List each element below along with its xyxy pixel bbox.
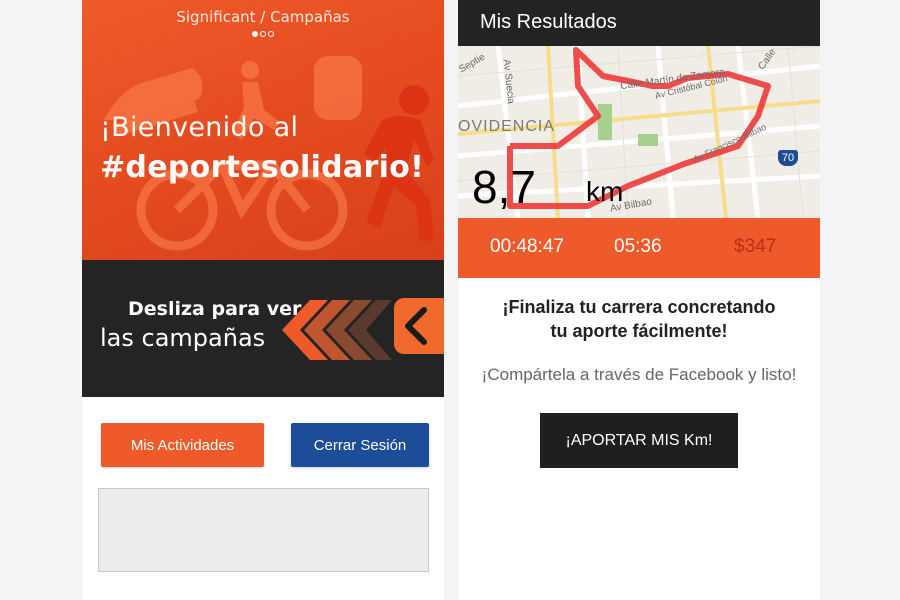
results-screen: Mis Resultados OVIDENCIA Calle Martín de… bbox=[458, 0, 820, 600]
welcome-banner[interactable]: Significant / Campañas ¡Bienvenido al #d… bbox=[82, 0, 444, 260]
content-placeholder bbox=[98, 488, 429, 572]
swipe-text-line1: Desliza para ver bbox=[128, 298, 302, 320]
route-map[interactable]: OVIDENCIA Calle Martín de Zamora Av Suec… bbox=[458, 46, 820, 218]
welcome-text-line1: ¡Bienvenido al bbox=[100, 112, 299, 143]
distance-value: 8,7 bbox=[472, 161, 536, 213]
map-label-neighborhood: OVIDENCIA bbox=[458, 118, 556, 135]
donation-amount: $347 bbox=[734, 236, 777, 257]
carousel-dot-1[interactable] bbox=[252, 31, 258, 37]
chevrons-left-icon bbox=[282, 300, 392, 360]
page-title: Mis Resultados bbox=[480, 11, 617, 33]
carousel-indicator[interactable] bbox=[82, 31, 444, 37]
finish-message-line1: ¡Finaliza tu carrera concretando bbox=[502, 297, 776, 317]
share-instruction: ¡Compártela a través de Facebook y listo… bbox=[481, 365, 797, 384]
carousel-dot-3[interactable] bbox=[268, 31, 274, 37]
contribute-km-button[interactable]: ¡APORTAR MIS Km! bbox=[540, 413, 738, 468]
header-title: Significant / Campañas bbox=[176, 8, 350, 26]
distance-unit: km bbox=[586, 176, 624, 207]
finish-message-line2: tu aporte fácilmente! bbox=[550, 321, 728, 341]
stats-bar: 00:48:47 05:36 $347 bbox=[458, 218, 820, 278]
pace: 05:36 bbox=[614, 236, 662, 257]
swipe-text-line2: las campañas bbox=[100, 324, 266, 352]
swipe-arrow-button[interactable] bbox=[394, 298, 444, 354]
swipe-panel[interactable]: Desliza para ver las campañas bbox=[82, 260, 444, 397]
results-header: Mis Resultados bbox=[458, 0, 820, 46]
carousel-dot-2[interactable] bbox=[260, 31, 266, 37]
logout-button[interactable]: Cerrar Sesión bbox=[291, 423, 429, 467]
elapsed-time: 00:48:47 bbox=[490, 236, 564, 257]
chevron-left-icon bbox=[405, 307, 427, 345]
welcome-text-line2: #deportesolidario! bbox=[100, 150, 425, 185]
campaigns-screen: Significant / Campañas ¡Bienvenido al #d… bbox=[82, 0, 444, 600]
my-activities-button[interactable]: Mis Actividades bbox=[101, 423, 264, 467]
highway-shield-icon: 70 bbox=[778, 150, 798, 166]
